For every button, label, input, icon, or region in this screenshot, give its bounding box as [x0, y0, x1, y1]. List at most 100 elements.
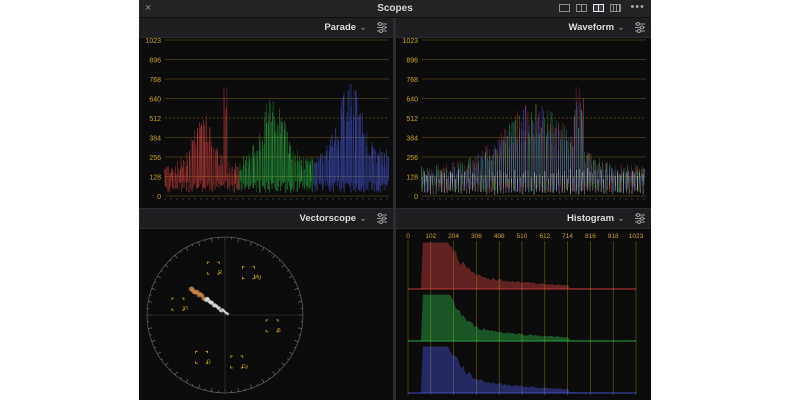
trace: [168, 172, 171, 193]
chevron-down-icon: ⌄: [359, 22, 367, 33]
trace: [628, 170, 630, 194]
graticule-tick: [256, 244, 259, 247]
graticule-tick: [268, 250, 270, 253]
trace: [370, 145, 372, 183]
histogram-scale-label: 0: [406, 233, 410, 240]
histogram-title-dropdown[interactable]: Histogram ⌄: [567, 213, 625, 224]
histogram-scale-label: 306: [471, 233, 482, 240]
graticule-tick: [198, 384, 200, 389]
scope-settings-icon[interactable]: [633, 212, 647, 225]
graticule-tick: [272, 255, 276, 259]
trace: [351, 119, 353, 186]
graticule-tick: [151, 288, 156, 290]
trace: [344, 119, 346, 184]
graticule-tick: [185, 378, 189, 383]
trace-point: [226, 312, 230, 316]
scope-settings-icon[interactable]: [633, 21, 647, 34]
trace: [633, 172, 636, 192]
graticule-tick: [237, 387, 239, 392]
graticule-tick: [174, 255, 178, 259]
graticule-tick: [256, 383, 259, 386]
graticule-tick: [180, 377, 182, 380]
trace: [187, 160, 189, 193]
histogram-scale-label: 102: [425, 233, 436, 240]
trace: [164, 168, 166, 186]
graticule-tick: [268, 377, 270, 380]
graticule-tick: [165, 362, 169, 366]
scale-label: 0: [414, 194, 418, 201]
scale-label: 512: [406, 116, 418, 123]
trace-point: [218, 306, 221, 310]
trace: [594, 170, 596, 193]
trace: [240, 170, 242, 192]
parade-header: Parade ⌄: [139, 18, 393, 38]
trace: [284, 121, 286, 193]
waveform-display: 0 128 256 384 512 640 768 896 1023: [396, 38, 651, 208]
more-options-icon[interactable]: •••: [630, 1, 645, 13]
graticule-tick: [297, 301, 302, 303]
parade-title-dropdown[interactable]: Parade ⌄: [324, 22, 367, 33]
trace: [310, 157, 313, 191]
scale-label: 128: [406, 175, 418, 182]
quad-layout-icon[interactable]: [593, 4, 604, 12]
scale-label: 896: [406, 58, 418, 65]
trace: [433, 171, 435, 182]
trace: [357, 116, 360, 190]
histogram-scale-label: 510: [517, 233, 528, 240]
histogram-panel: Histogram ⌄ 0 102 204 306 408 510 612 714 816 918 1…: [396, 209, 651, 400]
trace: [424, 174, 427, 193]
horizontal-splitter[interactable]: [139, 208, 651, 209]
chevron-down-icon: ⌄: [359, 213, 367, 224]
trace: [277, 126, 280, 187]
histogram-scale-label: 1023: [629, 233, 644, 240]
vectorscope-panel: Vectorscope ⌄ R Mg B Cy G Yl: [139, 209, 393, 400]
graticule-tick: [261, 378, 265, 383]
scale-label: 128: [149, 175, 161, 182]
graticule-tick: [191, 244, 194, 247]
trace: [507, 178, 510, 193]
scale-label: 256: [149, 155, 161, 162]
waveform-title-dropdown[interactable]: Waveform ⌄: [568, 22, 625, 33]
grid-layout-icon[interactable]: [610, 4, 621, 12]
target-label: G: [207, 359, 211, 365]
scale-label: 384: [149, 136, 161, 143]
scope-settings-icon[interactable]: [375, 212, 389, 225]
trace: [558, 169, 560, 194]
graticule-tick: [154, 346, 157, 349]
scale-label: 896: [149, 58, 161, 65]
trace: [366, 131, 368, 190]
trace: [209, 127, 211, 186]
graticule-tick: [281, 264, 285, 268]
target-label: Cy: [242, 364, 249, 370]
graticule-tick: [297, 327, 302, 329]
scale-label: 256: [406, 155, 418, 162]
trace: [626, 173, 628, 193]
trace: [583, 170, 585, 195]
single-layout-icon[interactable]: [559, 4, 570, 12]
trace: [185, 165, 187, 183]
scopes-window: × Scopes ••• Parade ⌄ 0 128 256 384 512 640 768…: [139, 0, 651, 400]
target-label: B: [277, 328, 281, 334]
scope-settings-icon[interactable]: [375, 21, 389, 34]
trace: [491, 171, 494, 192]
layout-switcher: [559, 4, 621, 12]
graticule-tick: [174, 371, 178, 375]
target-label: R: [218, 270, 222, 276]
graticule-tick: [287, 270, 290, 272]
vertical-splitter[interactable]: [393, 18, 396, 400]
green-channel-trace: [239, 99, 314, 193]
vectorscope-title-dropdown[interactable]: Vectorscope ⌄: [300, 213, 367, 224]
trace: [183, 160, 185, 188]
trace: [482, 177, 484, 192]
graticule-tick: [288, 351, 293, 355]
parade-display: 0 128 256 384 512 640 768 896 1023: [139, 38, 393, 208]
dual-layout-icon[interactable]: [576, 4, 587, 12]
graticule-tick: [293, 281, 296, 284]
trace: [164, 169, 167, 187]
graticule-tick: [198, 241, 200, 246]
graticule-tick: [165, 264, 169, 268]
trace: [373, 147, 376, 192]
trace: [331, 134, 333, 186]
histogram-header: Histogram ⌄: [396, 209, 651, 229]
parade-graph: 0 128 256 384 512 640 768 896 1023: [145, 38, 389, 201]
